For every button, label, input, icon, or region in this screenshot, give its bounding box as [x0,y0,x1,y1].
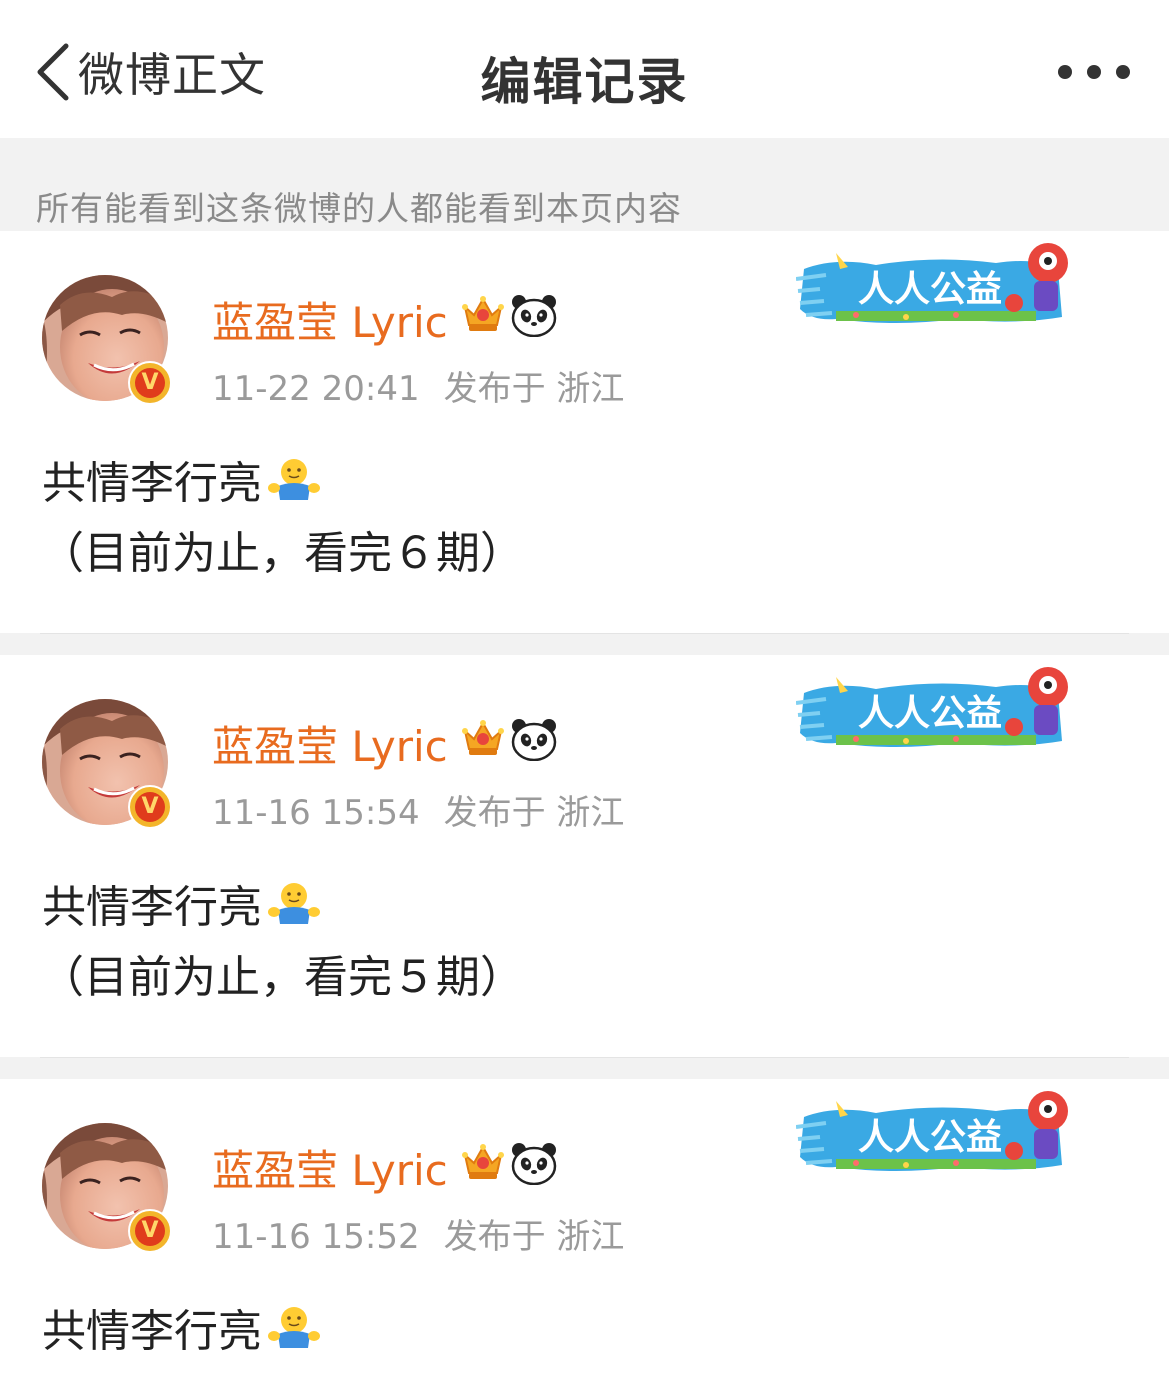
page-title: 编辑记录 [480,53,689,111]
verified-v-icon: V [128,361,172,405]
username[interactable]: 蓝盈莹 Lyric [212,289,448,350]
panda-icon [511,719,557,761]
post-location: 发布于 浙江 [443,369,625,409]
charity-badge[interactable]: 人人公益 [796,663,1086,759]
username[interactable]: 蓝盈莹 Lyric [212,1137,448,1198]
post-time: 11-22 20:41 [212,369,420,409]
crown-icon [462,1144,504,1179]
charity-badge[interactable]: 人人公益 [796,239,1086,335]
hug-emoji-icon [268,883,320,924]
charity-badge[interactable]: 人人公益 [796,1087,1086,1183]
post-location: 发布于 浙江 [443,793,625,833]
crown-icon [462,720,504,755]
badge-text: 人人公益 [858,693,1002,734]
edit-record: V 蓝盈莹 Lyric 11-16 15:52 发布于 浙江 人人公益 共情李行… [0,1079,1169,1389]
post-meta: 11-22 20:41 发布于 浙江 [212,361,624,410]
badge-text: 人人公益 [858,1117,1002,1158]
post-location: 发布于 浙江 [443,1217,625,1257]
verified-v-icon: V [128,1209,172,1253]
post-meta: 11-16 15:54 发布于 浙江 [212,785,624,834]
post-meta: 11-16 15:52 发布于 浙江 [212,1209,624,1258]
hug-emoji-icon [268,459,320,500]
hug-emoji-icon [268,1307,320,1348]
edit-record: V 蓝盈莹 Lyric 11-22 20:41 发布于 浙江 人人公益 共情李行… [0,231,1169,633]
more-dot [1116,65,1130,79]
record-separator [0,1057,1169,1079]
notice-text: 所有能看到这条微博的人都能看到本页内容 [36,189,682,228]
content-line: （目前为止，看完５期） [40,952,524,1003]
more-dot [1087,65,1101,79]
post-time: 11-16 15:52 [212,1217,420,1257]
crown-icon [462,296,504,331]
content-text: 共情李行亮 [42,458,262,509]
post-time: 11-16 15:54 [212,793,420,833]
content-line: 共情李行亮 [42,449,1122,519]
post-content: 共情李行亮 （目前为止，看完５期） [40,873,1122,1013]
panda-icon [511,295,557,337]
content-line: 共情李行亮 [42,1297,1122,1367]
more-button[interactable] [1058,58,1130,86]
content-text: 共情李行亮 [42,882,262,933]
nav-bar: 微博正文 编辑记录 [0,0,1169,138]
content-line: 共情李行亮 [42,873,1122,943]
post-content: 共情李行亮 （目前为止，看完６期） [40,449,1122,589]
content-line: （目前为止，看完６期） [40,528,524,579]
badge-text: 人人公益 [858,269,1002,310]
edit-record: V 蓝盈莹 Lyric 11-16 15:54 发布于 浙江 人人公益 共情李行… [0,655,1169,1057]
content-text: 共情李行亮 [42,1306,262,1357]
panda-icon [511,1143,557,1185]
username[interactable]: 蓝盈莹 Lyric [212,713,448,774]
visibility-notice: 所有能看到这条微博的人都能看到本页内容 [0,138,1169,231]
record-separator [0,633,1169,655]
post-content: 共情李行亮 [42,1297,1122,1367]
verified-v-icon: V [128,785,172,829]
more-dot [1058,65,1072,79]
